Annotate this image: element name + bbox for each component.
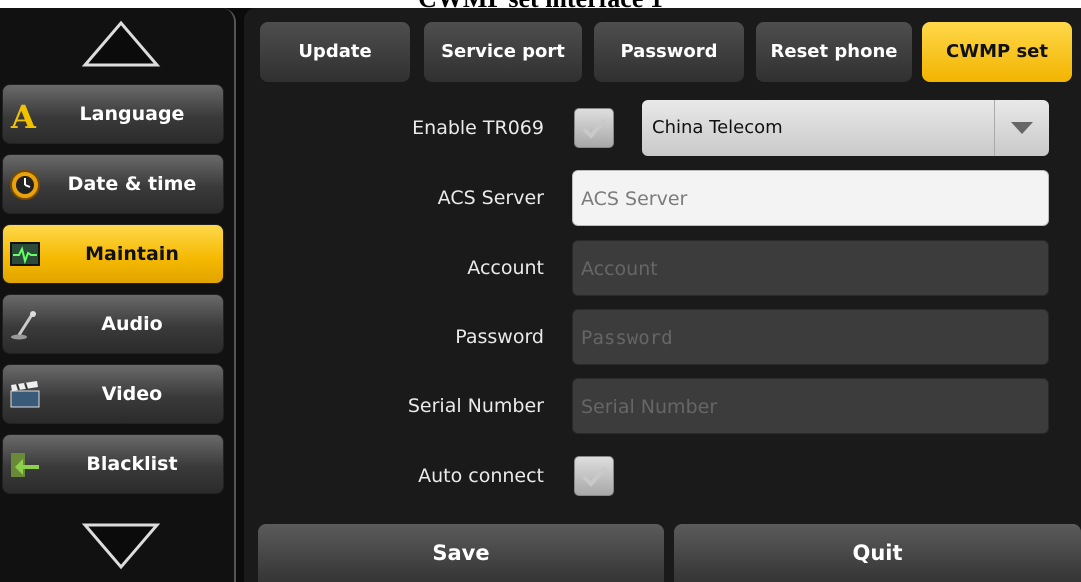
account-input[interactable]: Account <box>572 240 1049 296</box>
provider-select-value: China Telecom <box>652 117 783 138</box>
maintain-panel: Update Service port Password Reset phone… <box>244 8 1081 582</box>
clapperboard-icon <box>10 381 40 408</box>
chevron-down-icon <box>1011 122 1033 134</box>
scroll-up-button[interactable] <box>30 14 212 74</box>
password-label: Password <box>455 326 544 348</box>
sidebar-item-video[interactable]: Video <box>2 364 224 424</box>
tab-password[interactable]: Password <box>594 22 744 82</box>
auto-connect-label: Auto connect <box>418 465 544 487</box>
serial-number-label: Serial Number <box>407 395 544 417</box>
triangle-up-icon <box>81 20 161 67</box>
letter-a-icon: A <box>10 99 37 131</box>
serial-number-input[interactable]: Serial Number <box>572 378 1049 434</box>
scroll-down-button[interactable] <box>30 516 212 576</box>
account-label: Account <box>467 257 544 279</box>
tab-update[interactable]: Update <box>260 22 410 82</box>
clock-icon <box>10 170 40 200</box>
checkmark-icon <box>582 118 607 139</box>
sidebar-item-label: Maintain <box>85 243 179 265</box>
sidebar-item-label: Video <box>101 383 163 405</box>
acs-server-input[interactable]: ACS Server <box>572 170 1049 226</box>
sidebar-item-date-time[interactable]: Date & time <box>2 154 224 214</box>
sidebar-item-blacklist[interactable]: Blacklist <box>2 434 224 494</box>
blacklist-arrow-icon <box>11 453 39 477</box>
sidebar-item-label: Blacklist <box>86 453 178 475</box>
enable-tr069-label: Enable TR069 <box>412 117 544 139</box>
settings-sidebar: A Language Date & time Maintain Audio Vi… <box>0 8 236 582</box>
sidebar-item-label: Audio <box>101 313 163 335</box>
quit-button[interactable]: Quit <box>674 524 1081 582</box>
password-input[interactable]: Password <box>572 309 1049 365</box>
provider-select[interactable]: China Telecom <box>642 100 1049 156</box>
triangle-down-icon <box>81 523 161 570</box>
tab-reset-phone[interactable]: Reset phone <box>756 22 912 82</box>
save-button[interactable]: Save <box>258 524 664 582</box>
tab-service-port[interactable]: Service port <box>424 22 582 82</box>
sidebar-item-maintain[interactable]: Maintain <box>2 224 224 284</box>
monitor-pulse-icon <box>10 242 40 266</box>
acs-server-label: ACS Server <box>437 187 544 209</box>
sidebar-item-language[interactable]: A Language <box>2 84 224 144</box>
checkmark-icon <box>582 466 607 487</box>
auto-connect-checkbox[interactable] <box>574 456 614 496</box>
tab-cwmp-set[interactable]: CWMP set <box>922 22 1072 82</box>
dropdown-button[interactable] <box>994 100 1049 156</box>
svg-text:A: A <box>10 99 37 131</box>
sidebar-item-label: Language <box>79 103 185 125</box>
enable-tr069-checkbox[interactable] <box>574 108 614 148</box>
sidebar-item-audio[interactable]: Audio <box>2 294 224 354</box>
sidebar-item-label: Date & time <box>67 173 197 195</box>
microphone-icon <box>11 311 36 340</box>
device-screen: A Language Date & time Maintain Audio Vi… <box>0 8 1081 582</box>
